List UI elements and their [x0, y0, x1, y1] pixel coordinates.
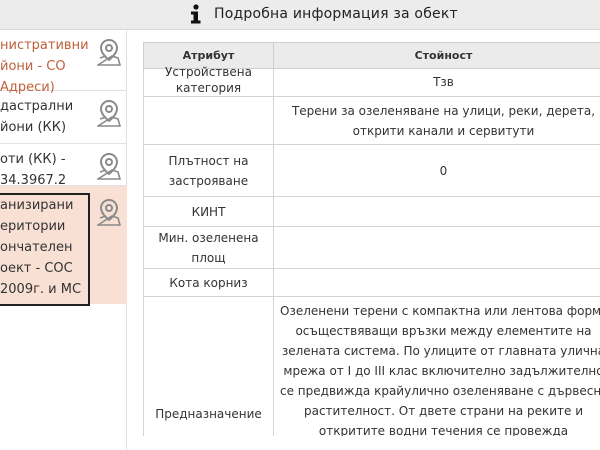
layer-item-admin-regions[interactable]: нистративни йони - СО Адреси)	[0, 30, 127, 95]
value-cell: Озеленени терени с компактна или лентова…	[273, 296, 600, 436]
attribute-cell: Предназначение	[143, 296, 274, 436]
value-cell	[273, 226, 600, 269]
table-row: Устройствена категория Тзв	[143, 65, 600, 97]
attribute-label: Устройствена категория	[165, 65, 252, 95]
layer-item-label: анизирани еритории ончателен оект - СОС …	[0, 193, 90, 306]
header-content: Подробна информация за обект	[186, 4, 458, 24]
attribute-cell: Устройствена категория	[143, 65, 274, 97]
column-header-value: Стойност	[273, 42, 600, 69]
table-row: Мин. озеленена площ	[143, 226, 600, 269]
table-row: Плътност на застрояване 0	[143, 144, 600, 197]
attribute-table: Атрибут Стойност Устройствена категория …	[143, 42, 600, 436]
map-pin-icon[interactable]	[97, 38, 121, 68]
layer-item-lots[interactable]: оти (КК) - 34.3967.2	[0, 144, 127, 188]
table-row: Терени за озеленяване на улици, реки, де…	[143, 96, 600, 145]
value-text: Тзв	[433, 74, 454, 89]
value-cell	[273, 268, 600, 297]
layer-item-label: оти (КК) - 34.3967.2	[0, 152, 67, 188]
table-row: Кота корниз	[143, 268, 600, 297]
table-row: Предназначение Озеленени терени с компак…	[143, 296, 600, 436]
attribute-cell: Плътност на застрояване	[143, 144, 274, 197]
layer-item-cadastral-regions[interactable]: дастрални йони (КК)	[0, 91, 127, 144]
layer-item-label: нистративни йони - СО Адреси)	[0, 38, 89, 95]
info-icon	[191, 4, 201, 24]
attribute-cell	[143, 96, 274, 145]
map-pin-icon[interactable]	[97, 198, 121, 228]
value-cell: 0	[273, 144, 600, 197]
map-pin-icon[interactable]	[97, 99, 121, 129]
info-panel-header: Подробна информация за обект	[0, 0, 600, 30]
layer-item-label: дастрални йони (КК)	[0, 99, 74, 135]
value-cell	[273, 196, 600, 227]
table-row: КИНТ	[143, 196, 600, 227]
attribute-cell: Мин. озеленена площ	[143, 226, 274, 269]
page-title: Подробна информация за обект	[214, 6, 458, 22]
layer-item-urban-territories-selected[interactable]: анизирани еритории ончателен оект - СОС …	[0, 186, 127, 306]
value-cell: Терени за озеленяване на улици, реки, де…	[273, 96, 600, 145]
map-pin-icon[interactable]	[97, 152, 121, 182]
value-cell: Тзв	[273, 68, 600, 97]
layer-list: нистративни йони - СО Адреси) дастрални …	[0, 30, 127, 450]
attribute-cell: КИНТ	[143, 196, 274, 227]
attribute-table-container[interactable]: Атрибут Стойност Устройствена категория …	[143, 42, 600, 436]
attribute-cell: Кота корниз	[143, 268, 274, 297]
